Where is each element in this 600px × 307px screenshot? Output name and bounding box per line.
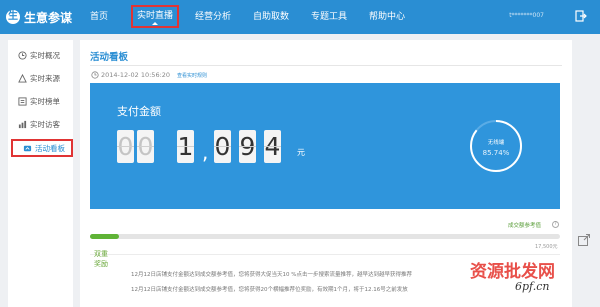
sidebar: 实时概况 实时来源 实时榜单 实时访客 活动看板: [8, 40, 73, 307]
nav-business-analysis[interactable]: 经营分析: [192, 0, 234, 34]
user-name[interactable]: t*******007: [509, 12, 544, 19]
dashboard-icon: [23, 145, 32, 151]
counter-digit: 1: [177, 130, 194, 163]
counter-digit: 0: [117, 130, 134, 163]
counter-digit: 0: [214, 130, 231, 163]
top-navigation-bar: 生 生意参谋 首页 实时直播 经营分析 自助取数 专题工具 帮助中心 t****…: [0, 0, 600, 34]
source-icon: [18, 73, 27, 83]
target-label: 成交额参考值: [508, 223, 542, 229]
counter-digit: 4: [264, 130, 281, 163]
sidebar-item-label: 实时概况: [30, 50, 60, 60]
clock-icon: [18, 50, 27, 60]
divider: [90, 254, 560, 255]
sidebar-item-realtime-ranking[interactable]: 实时榜单: [8, 92, 73, 110]
sidebar-item-label: 活动看板: [35, 143, 65, 153]
sidebar-item-realtime-visitors[interactable]: 实时访客: [8, 115, 73, 133]
watermark-text: 资源批发网: [470, 262, 555, 282]
payment-amount-label: 支付金额: [117, 105, 161, 118]
nav-self-service-data[interactable]: 自助取数: [250, 0, 292, 34]
nav-help-center[interactable]: 帮助中心: [366, 0, 408, 34]
nav-realtime-label: 实时直播: [136, 11, 173, 21]
realtime-rules-link[interactable]: 查看实时规则: [177, 72, 207, 79]
wireless-label: 无线端: [487, 140, 505, 146]
nav-special-tools[interactable]: 专题工具: [308, 0, 350, 34]
divider: [90, 65, 562, 66]
target-value: 17,500元: [535, 244, 558, 250]
target-progress-fill: [90, 234, 120, 239]
visitor-icon: [18, 120, 27, 128]
payment-amount-panel: 支付金额 0 0 1 , 0 9 4 元 无线端 85.74%: [90, 83, 560, 209]
ranking-icon: [18, 96, 27, 106]
sidebar-item-activity-dashboard[interactable]: 活动看板: [11, 139, 73, 157]
help-icon[interactable]: ?: [552, 221, 559, 228]
sidebar-item-realtime-overview[interactable]: 实时概况: [8, 46, 73, 64]
notice-line: 12月12日店铺支付金额达到成交额参考值，您将获得大促当天10 %点击一步搜索流…: [131, 272, 412, 278]
watermark-url: 6pf.cn: [515, 280, 550, 293]
nav-realtime[interactable]: 实时直播: [131, 5, 179, 28]
nav-home[interactable]: 首页: [85, 0, 113, 34]
logout-icon[interactable]: [575, 10, 587, 22]
notice-title: 双重奖励: [94, 250, 108, 268]
sidebar-item-label: 实时访客: [30, 119, 60, 129]
sidebar-item-label: 实时榜单: [30, 96, 60, 106]
wireless-share-ring: [470, 120, 522, 172]
update-timestamp: 2014-12-02 10:56:20: [101, 71, 171, 79]
target-progress-bar: [90, 234, 560, 239]
counter-digit: 0: [137, 130, 154, 163]
page-title: 活动看板: [90, 52, 129, 63]
counter-digit: 9: [239, 130, 256, 163]
wireless-share-value: 85.74%: [482, 149, 510, 157]
logo-icon: 生: [6, 10, 20, 24]
sidebar-item-realtime-source[interactable]: 实时来源: [8, 69, 73, 87]
expand-icon[interactable]: [577, 233, 591, 247]
sidebar-item-label: 实时来源: [30, 73, 60, 83]
thousands-separator: ,: [202, 140, 209, 164]
currency-unit: 元: [297, 148, 305, 157]
logo[interactable]: 生 生意参谋: [6, 7, 72, 27]
notice-line: 12月12日店铺支付金额达到成交额参考值，您将获得20个横幅推荐位奖励，有效期1…: [131, 287, 408, 293]
clock-icon: [91, 71, 99, 79]
active-indicator-icon: [152, 22, 158, 25]
logo-text: 生意参谋: [24, 10, 73, 25]
